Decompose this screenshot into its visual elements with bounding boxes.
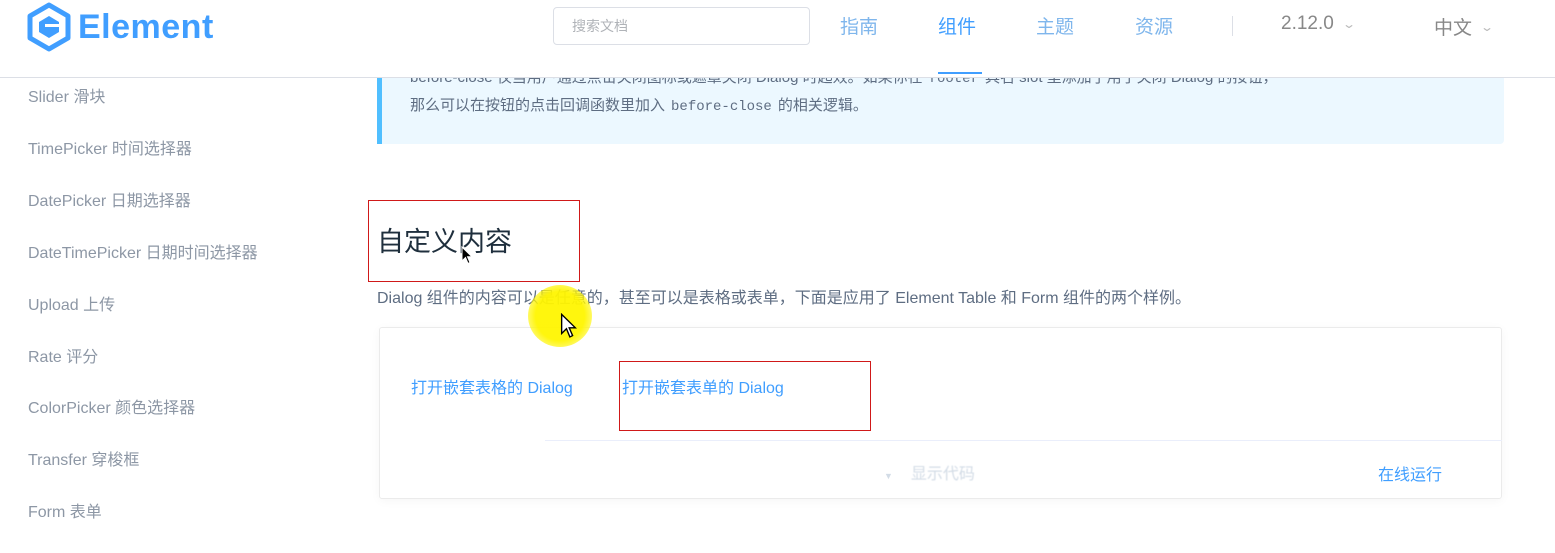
version-dropdown[interactable]: 2.12.0 ⌄ — [1281, 13, 1356, 35]
run-online-button[interactable]: 在线运行 — [1378, 461, 1442, 485]
tip-line-2: 那么可以在按钮的点击回调函数里加入 before-close 的相关逻辑。 — [410, 94, 868, 115]
annotation-box-form-link — [619, 361, 871, 431]
sidebar-item-timepicker[interactable]: TimePicker 时间选择器 — [28, 135, 192, 159]
sidebar-item-datepicker[interactable]: DatePicker 日期选择器 — [28, 187, 191, 211]
site-logo[interactable]: Element — [26, 2, 214, 52]
chevron-down-icon: ⌄ — [1480, 19, 1495, 34]
annotation-box-title — [368, 200, 580, 282]
search-input[interactable] — [553, 7, 810, 45]
show-code-label: 显示代码 — [910, 466, 975, 483]
sidebar-item-rate[interactable]: Rate 评分 — [28, 343, 98, 367]
element-logo-icon — [27, 2, 71, 52]
mouse-cursor-icon — [560, 313, 577, 338]
header-divider — [1232, 16, 1233, 36]
tip-line-1: before-close 仅当用户通过点击关闭图标或遮罩关闭 Dialog 时起… — [410, 78, 1278, 87]
sidebar-item-form[interactable]: Form 表单 — [28, 498, 102, 522]
chevron-down-icon: ⌄ — [1341, 17, 1356, 31]
tip-code: footer — [928, 78, 979, 87]
sidebar-item-upload[interactable]: Upload 上传 — [28, 291, 115, 315]
section-description: Dialog 组件的内容可以是任意的，甚至可以是表格或表单，下面是应用了 Ele… — [377, 290, 1192, 307]
sidebar-item-slider[interactable]: Slider 滑块 — [28, 83, 105, 107]
logo-text: Element — [78, 7, 214, 46]
active-nav-indicator — [938, 72, 982, 74]
caret-down-icon: ▼ — [884, 471, 893, 481]
language-dropdown[interactable]: 中文 ⌄ — [1434, 13, 1495, 40]
tip-block: before-close 仅当用户通过点击关闭图标或遮罩关闭 Dialog 时起… — [377, 78, 1504, 144]
sidebar-item-transfer[interactable]: Transfer 穿梭框 — [28, 446, 139, 470]
open-table-dialog-button[interactable]: 打开嵌套表格的 Dialog — [411, 374, 573, 398]
sidebar-item-datetimepicker[interactable]: DateTimePicker 日期时间选择器 — [28, 239, 258, 263]
sidebar-item-colorpicker[interactable]: ColorPicker 颜色选择器 — [28, 394, 195, 418]
show-code-button[interactable]: ▼ 显示代码 — [884, 460, 975, 484]
top-header: Element 指南 组件 主题 资源 2.12.0 ⌄ 中文 ⌄ — [0, 0, 1555, 78]
tip-text: 的相关逻辑。 — [777, 97, 868, 114]
tip-code: before-close — [671, 99, 772, 115]
language-label: 中文 — [1434, 18, 1473, 39]
nav-resource[interactable]: 资源 — [1135, 12, 1173, 39]
tip-text: before-close 仅当用户通过点击关闭图标或遮罩关闭 Dialog 时起… — [410, 78, 923, 86]
nav-guide[interactable]: 指南 — [840, 12, 878, 39]
version-label: 2.12.0 — [1281, 13, 1334, 34]
nav-theme[interactable]: 主题 — [1036, 12, 1074, 39]
mouse-cursor-icon — [461, 246, 473, 265]
tip-text: 具名 slot 里添加了用于关闭 Dialog 的按钮， — [985, 78, 1278, 86]
tip-text: 那么可以在按钮的点击回调函数里加入 — [410, 97, 666, 114]
nav-component[interactable]: 组件 — [938, 12, 976, 39]
